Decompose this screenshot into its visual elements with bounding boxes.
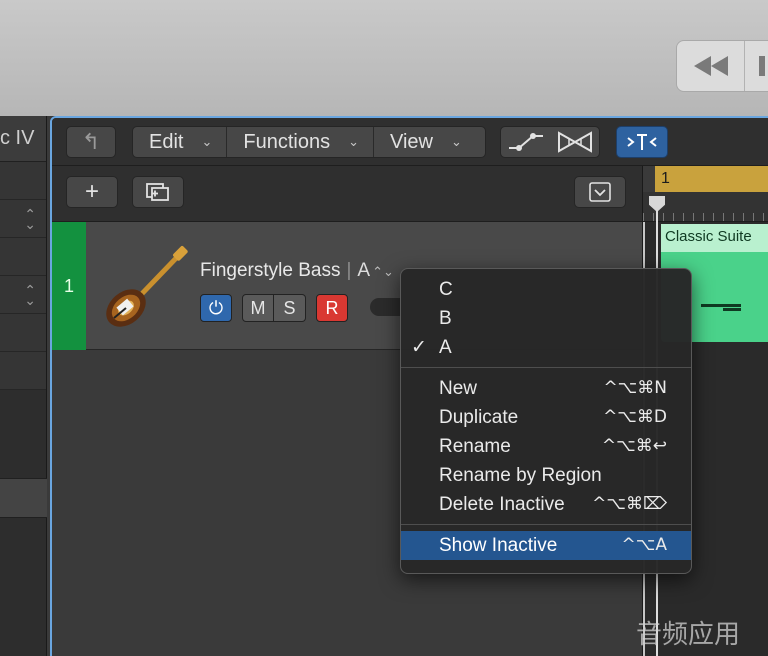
menu-view[interactable]: View ⌄: [374, 127, 476, 157]
inspector-row[interactable]: ⌃ ⌄: [0, 200, 46, 238]
duplicate-icon: [146, 183, 169, 201]
menu-item-label: Duplicate: [439, 407, 519, 428]
track-alternative[interactable]: A: [357, 260, 370, 281]
tracks-toolbar: ↰ Edit ⌄ Functions ⌄ View ⌄: [52, 118, 768, 166]
mute-solo-group: M S: [242, 294, 306, 322]
chevron-down-icon: ⌄: [451, 134, 462, 149]
add-track-button[interactable]: +: [66, 176, 118, 208]
inspector-row[interactable]: [0, 238, 46, 276]
mute-button[interactable]: M: [242, 294, 274, 322]
menu-item-label: C: [439, 279, 453, 300]
menu-functions-label: Functions: [243, 130, 331, 153]
snap-icon: [627, 134, 657, 150]
back-icon: ↰: [81, 129, 101, 154]
watermark: 音频应用: [636, 620, 741, 650]
forward-button[interactable]: [745, 41, 768, 91]
menu-item-label: Rename by Region: [439, 465, 602, 486]
take-alternatives-menu: C B ✓ A New ^⌥⌘N Duplicate ^⌥⌘D Rename ^…: [400, 268, 692, 574]
collapse-button[interactable]: [574, 176, 626, 208]
menu-functions[interactable]: Functions ⌄: [227, 127, 374, 157]
region-name: Classic Suite: [661, 224, 768, 252]
chevron-down-box-icon: [589, 182, 611, 202]
inspector-row[interactable]: [0, 314, 46, 352]
menu-item-label: Show Inactive: [439, 535, 558, 556]
record-enable-button[interactable]: R: [316, 294, 348, 322]
control-bar: [0, 0, 768, 116]
menu-item-label: A: [439, 337, 452, 358]
automation-icon[interactable]: [507, 132, 545, 152]
cycle-area[interactable]: 1: [655, 166, 768, 192]
chevron-down-icon: ⌄: [201, 134, 213, 149]
bar-ruler[interactable]: 1: [643, 166, 768, 192]
bass-guitar-icon: [106, 246, 188, 327]
flex-time-icon[interactable]: [557, 131, 593, 153]
automation-button-group: [500, 126, 600, 158]
midi-note: [723, 308, 741, 311]
midi-note: [701, 304, 741, 307]
menu-view-label: View: [390, 130, 433, 153]
menu-item-label: Delete Inactive: [439, 494, 565, 515]
track-on-off-button[interactable]: ⏻: [200, 294, 232, 322]
menu-item-alternative-c[interactable]: C: [401, 275, 691, 304]
menu-item-label: Rename: [439, 436, 511, 457]
menu-item-label: B: [439, 308, 452, 329]
updown-icon[interactable]: ⌃⌄: [24, 283, 36, 307]
inspector-row[interactable]: [0, 162, 46, 200]
menu-edit[interactable]: Edit ⌄: [133, 127, 228, 157]
duplicate-track-button[interactable]: [132, 176, 184, 208]
checkmark-icon: ✓: [411, 337, 427, 358]
menu-group: Edit ⌄ Functions ⌄ View ⌄: [132, 126, 486, 158]
track-name[interactable]: Fingerstyle Bass: [200, 260, 340, 281]
keyboard-shortcut: ^⌥⌘↩: [601, 436, 667, 456]
track-header-toolbar: +: [52, 166, 642, 222]
inspector-row[interactable]: ⌃ ⌄: [0, 276, 46, 314]
keyboard-shortcut: ^⌥⌘D: [603, 407, 667, 427]
plus-icon: +: [84, 178, 99, 205]
rewind-button[interactable]: [677, 41, 745, 91]
track-number: 1: [52, 222, 86, 350]
back-button[interactable]: ↰: [66, 126, 116, 158]
inspector-title: c IV: [0, 127, 35, 149]
chevron-down-icon: ⌄: [348, 134, 359, 149]
updown-icon[interactable]: ⌃⌄: [24, 207, 36, 231]
menu-item-alternative-b[interactable]: B: [401, 304, 691, 333]
catch-playhead-button[interactable]: [616, 126, 668, 158]
inspector-row[interactable]: [0, 352, 46, 390]
separator: |: [346, 260, 352, 281]
menu-edit-label: Edit: [149, 130, 184, 153]
menu-item-duplicate[interactable]: Duplicate ^⌥⌘D: [401, 403, 691, 432]
menu-item-show-inactive[interactable]: Show Inactive ^⌥A: [401, 531, 691, 560]
menu-item-rename-by-region[interactable]: Rename by Region: [401, 461, 691, 490]
menu-item-rename[interactable]: Rename ^⌥⌘↩: [401, 432, 691, 461]
tick-marks: [643, 213, 768, 221]
menu-separator: [401, 524, 691, 525]
rewind-icon: [693, 56, 728, 76]
bar-number: 1: [661, 170, 670, 187]
keyboard-shortcut: ^⌥⌘⌦: [592, 494, 667, 514]
track-name-area[interactable]: Fingerstyle Bass | A ⌃⌄: [200, 260, 394, 282]
forward-icon: [759, 56, 765, 76]
menu-separator: [401, 367, 691, 368]
solo-button[interactable]: S: [274, 294, 306, 322]
track-buttons: ⏻ M S R: [200, 294, 348, 322]
menu-item-new[interactable]: New ^⌥⌘N: [401, 374, 691, 403]
menu-item-delete-inactive[interactable]: Delete Inactive ^⌥⌘⌦: [401, 490, 691, 519]
keyboard-shortcut: ^⌥⌘N: [603, 378, 667, 398]
inspector-panel: c IV ⌃ ⌄ ⌃ ⌄: [0, 116, 47, 656]
keyboard-shortcut: ^⌥A: [621, 535, 667, 555]
transport-controls: [676, 40, 768, 92]
updown-icon[interactable]: ⌃⌄: [372, 264, 394, 279]
menu-item-alternative-a[interactable]: ✓ A: [401, 333, 691, 362]
inspector-header: c IV: [0, 116, 46, 162]
inspector-section[interactable]: [0, 478, 47, 518]
power-icon: ⏻: [208, 297, 224, 318]
menu-item-label: New: [439, 378, 478, 399]
